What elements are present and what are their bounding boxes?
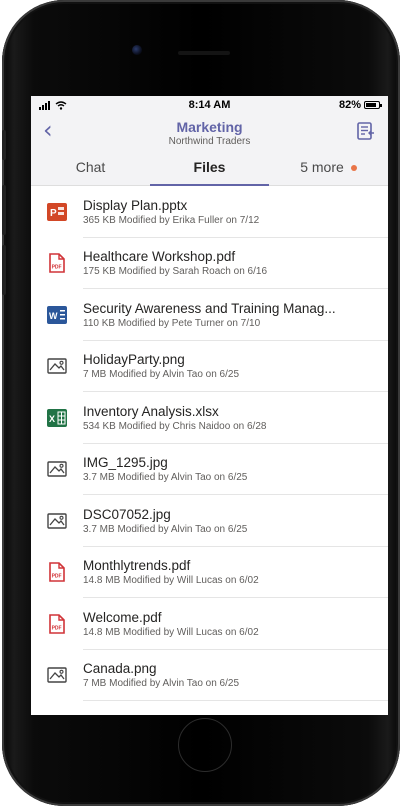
svg-text:P: P — [50, 208, 57, 219]
earpiece-speaker — [178, 51, 230, 55]
svg-text:W: W — [49, 311, 58, 321]
file-meta: 3.7 MB Modified by Alvin Tao on 6/25 — [83, 523, 248, 535]
tab-more[interactable]: 5 more — [269, 149, 388, 185]
tab-files-label: Files — [193, 159, 226, 175]
file-name: Inventory Analysis.xlsx — [83, 403, 219, 419]
battery-percent: 82% — [338, 99, 361, 111]
screen: 8:14 AM 82% ‹ Marketing Northwind Trader… — [31, 96, 388, 715]
file-name: DSC07052.jpg — [83, 506, 171, 522]
file-row[interactable]: W Security Awareness and Training Manag.… — [31, 289, 388, 341]
file-meta: 110 KB Modified by Pete Turner on 7/10 — [83, 317, 261, 329]
channel-title: Marketing — [176, 119, 243, 135]
file-meta: 3.7 MB Modified by Alvin Tao on 6/25 — [83, 472, 248, 484]
tab-more-label: 5 more — [300, 159, 344, 175]
file-row[interactable]: P Display Plan.pptx 365 KB Modified by E… — [31, 186, 388, 238]
channel-tabs: Chat Files 5 more — [31, 149, 388, 186]
file-meta: 365 KB Modified by Erika Fuller on 7/12 — [83, 214, 260, 226]
file-row[interactable]: IMG_1295.jpg 3.7 MB Modified by Alvin Ta… — [31, 444, 388, 496]
pdf-icon: PDF — [49, 253, 65, 274]
file-row[interactable]: PDF Welcome.pdf 14.8 MB Modified by Will… — [31, 598, 388, 650]
mute-switch — [2, 130, 6, 160]
svg-text:X: X — [49, 414, 55, 424]
svg-text:PDF: PDF — [52, 574, 62, 580]
image-icon — [47, 513, 67, 529]
excel-icon: X — [47, 408, 67, 427]
file-meta: 7 MB Modified by Alvin Tao on 6/25 — [83, 678, 240, 690]
battery-icon — [364, 101, 382, 109]
file-name: IMG_1295.jpg — [83, 455, 168, 471]
svg-text:PDF: PDF — [52, 625, 62, 631]
image-icon — [47, 358, 67, 374]
signal-icon — [39, 100, 50, 110]
file-meta: 7 MB Modified by Alvin Tao on 6/25 — [83, 369, 240, 381]
file-row[interactable]: PDF Healthcare Workshop.pdf 175 KB Modif… — [31, 238, 388, 290]
wifi-icon — [55, 100, 67, 110]
phone-frame: 8:14 AM 82% ‹ Marketing Northwind Trader… — [2, 0, 400, 806]
notification-dot — [350, 165, 357, 172]
channel-info-icon[interactable] — [356, 121, 376, 141]
file-meta: 175 KB Modified by Sarah Roach on 6/16 — [83, 266, 268, 278]
file-meta: 534 KB Modified by Chris Naidoo on 6/28 — [83, 420, 267, 432]
file-list: P Display Plan.pptx 365 KB Modified by E… — [31, 186, 388, 701]
volume-up-button — [2, 185, 6, 235]
tab-chat-label: Chat — [75, 159, 106, 175]
file-row[interactable]: Canada.png 7 MB Modified by Alvin Tao on… — [31, 650, 388, 702]
team-subtitle: Northwind Traders — [168, 136, 251, 147]
file-name: Display Plan.pptx — [83, 197, 188, 213]
powerpoint-icon: P — [47, 202, 67, 221]
file-name: Monthlytrends.pdf — [83, 558, 191, 574]
file-meta: 14.8 MB Modified by Will Lucas on 6/02 — [83, 626, 259, 638]
file-name: Healthcare Workshop.pdf — [83, 249, 236, 265]
file-row[interactable]: X Inventory Analysis.xlsx 534 KB Modifie… — [31, 392, 388, 444]
file-row[interactable]: PDF Monthlytrends.pdf 14.8 MB Modified b… — [31, 547, 388, 599]
file-meta: 14.8 MB Modified by Will Lucas on 6/02 — [83, 575, 259, 587]
image-icon — [47, 461, 67, 477]
file-name: Welcome.pdf — [83, 609, 162, 625]
pdf-icon: PDF — [49, 562, 65, 583]
status-bar: 8:14 AM 82% — [31, 96, 388, 114]
home-button[interactable] — [178, 718, 232, 772]
front-camera — [132, 45, 142, 55]
file-row[interactable]: HolidayParty.png 7 MB Modified by Alvin … — [31, 341, 388, 393]
file-name: Security Awareness and Training Manag... — [83, 300, 336, 316]
file-name: Canada.png — [83, 661, 157, 677]
status-time: 8:14 AM — [188, 99, 231, 111]
file-name: HolidayParty.png — [83, 352, 185, 368]
volume-down-button — [2, 245, 6, 295]
tab-chat[interactable]: Chat — [31, 149, 150, 185]
file-row[interactable]: DSC07052.jpg 3.7 MB Modified by Alvin Ta… — [31, 495, 388, 547]
image-icon — [47, 667, 67, 683]
pdf-icon: PDF — [49, 613, 65, 634]
svg-text:PDF: PDF — [52, 265, 62, 271]
word-icon: W — [47, 305, 67, 324]
channel-header: ‹ Marketing Northwind Traders — [31, 114, 388, 149]
tab-files[interactable]: Files — [150, 149, 269, 186]
